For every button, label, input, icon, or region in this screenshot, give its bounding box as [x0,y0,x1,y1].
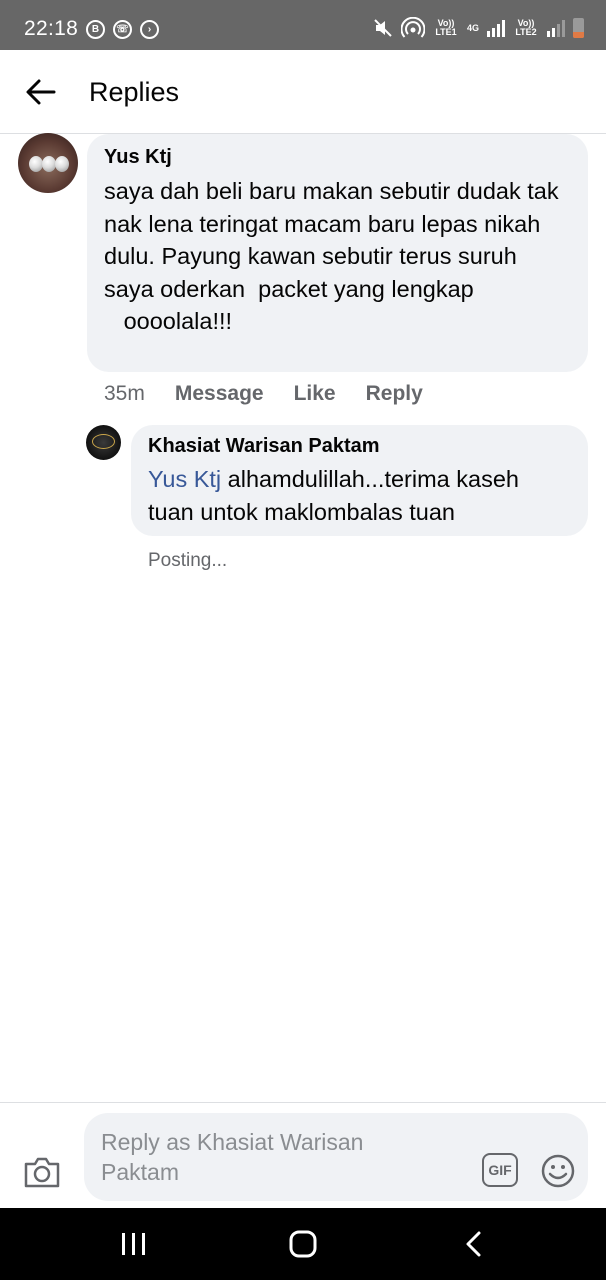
reply-input-placeholder: Reply as Khasiat Warisan Paktam [101,1129,364,1185]
replies-header: Replies [0,50,606,134]
mute-icon [374,19,392,37]
system-nav-bar [0,1208,606,1280]
reply-text-container: Yus Ktj alhamdulillah...terima kaseh tua… [148,463,571,528]
gif-button[interactable]: GIF [482,1153,518,1187]
status-bar: 22:18 B ☏ › Vo)) LTE1 4G Vo)) LTE2 [0,0,606,50]
page-title: Replies [89,77,180,107]
comment-bubble: Yus Ktj saya dah beli baru makan sebutir… [87,134,588,372]
reply-input[interactable]: Reply as Khasiat Warisan Paktam GIF [84,1113,588,1201]
nav-arrow-icon: › [140,20,159,39]
comment-actions: 35m Message Like Reply [104,382,423,406]
signal-icon [487,19,505,37]
network-4g-label: 4G [466,22,479,33]
status-time: 22:18 [24,17,79,40]
battery-icon [573,18,584,38]
reply-author[interactable]: Khasiat Warisan Paktam [148,435,571,458]
back-nav-icon[interactable] [461,1230,487,1258]
network-lte1-label: Vo)) LTE1 [435,18,457,37]
like-button[interactable]: Like [294,382,336,406]
status-right-icons: Vo)) LTE1 4G Vo)) LTE2 [373,17,584,39]
comment-author[interactable]: Yus Ktj [104,146,571,169]
camera-icon[interactable] [23,1155,61,1189]
home-icon[interactable] [288,1230,318,1258]
b-circle-icon: B [86,20,105,39]
reply-mention-link[interactable]: Yus Ktj [148,466,221,492]
posting-status: Posting... [148,550,228,571]
emoji-icon[interactable] [540,1153,576,1189]
recent-apps-icon[interactable] [119,1230,149,1258]
whatsapp-business-icon: ☏ [113,20,132,39]
avatar[interactable] [18,133,78,193]
reply-button[interactable]: Reply [366,382,423,406]
comment-text: saya dah beli baru makan sebutir dudak t… [104,178,559,334]
signal-2-icon [547,19,565,37]
reply-avatar[interactable] [86,425,121,460]
comment-time: 35m [104,382,145,405]
reply-bubble: Khasiat Warisan Paktam Yus Ktj alhamduli… [131,425,588,536]
status-left-icons: B ☏ › [86,20,159,39]
reply-composer: Reply as Khasiat Warisan Paktam GIF [0,1102,606,1208]
hotspot-icon [400,17,425,38]
back-arrow-icon[interactable] [24,76,58,108]
message-button[interactable]: Message [175,382,264,406]
network-lte2-label: Vo)) LTE2 [515,18,537,37]
